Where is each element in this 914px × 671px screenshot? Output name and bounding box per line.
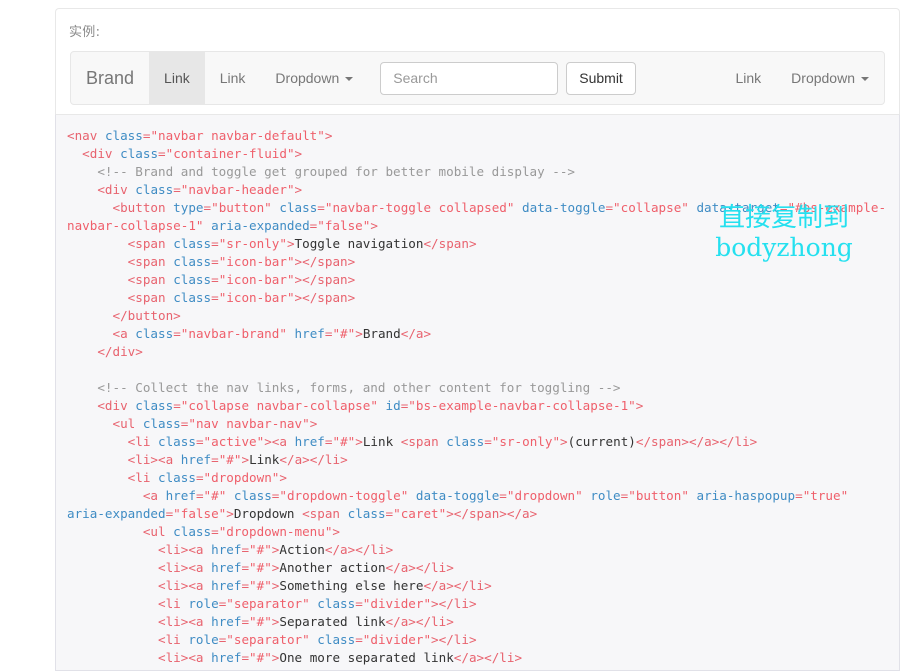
chevron-down-icon [345,77,354,81]
page-root: 实例: Brand Link Link Dropdown Submit Link [0,0,914,671]
navbar-link-1[interactable]: Link [149,52,205,104]
navbar-link-2[interactable]: Link [205,52,261,104]
navbar-link-right-label: Link [735,70,762,86]
code-source: <nav class="navbar navbar-default"> <div… [67,128,887,665]
chevron-down-icon [861,77,869,81]
navbar-right-group: Link Dropdown [720,52,884,104]
navbar-link-2-label: Link [219,70,246,86]
navbar-dropdown-right[interactable]: Dropdown [776,52,884,104]
code-block[interactable]: <nav class="navbar navbar-default"> <div… [55,114,900,671]
navbar-search-form: Submit [380,52,636,104]
navbar-dropdown-left[interactable]: Dropdown [260,52,368,104]
navbar-dropdown-right-label: Dropdown [791,70,855,86]
navbar-link-1-label: Link [164,70,190,86]
example-label: 实例: [69,25,101,40]
navbar-preview: Brand Link Link Dropdown Submit Link [70,51,885,105]
search-input[interactable] [380,61,559,95]
navbar-link-right[interactable]: Link [720,52,776,104]
navbar-brand[interactable]: Brand [71,52,149,104]
submit-button[interactable]: Submit [566,61,636,95]
example-preview-panel: 实例: Brand Link Link Dropdown Submit Link [55,8,900,114]
navbar-dropdown-left-label: Dropdown [275,70,340,86]
